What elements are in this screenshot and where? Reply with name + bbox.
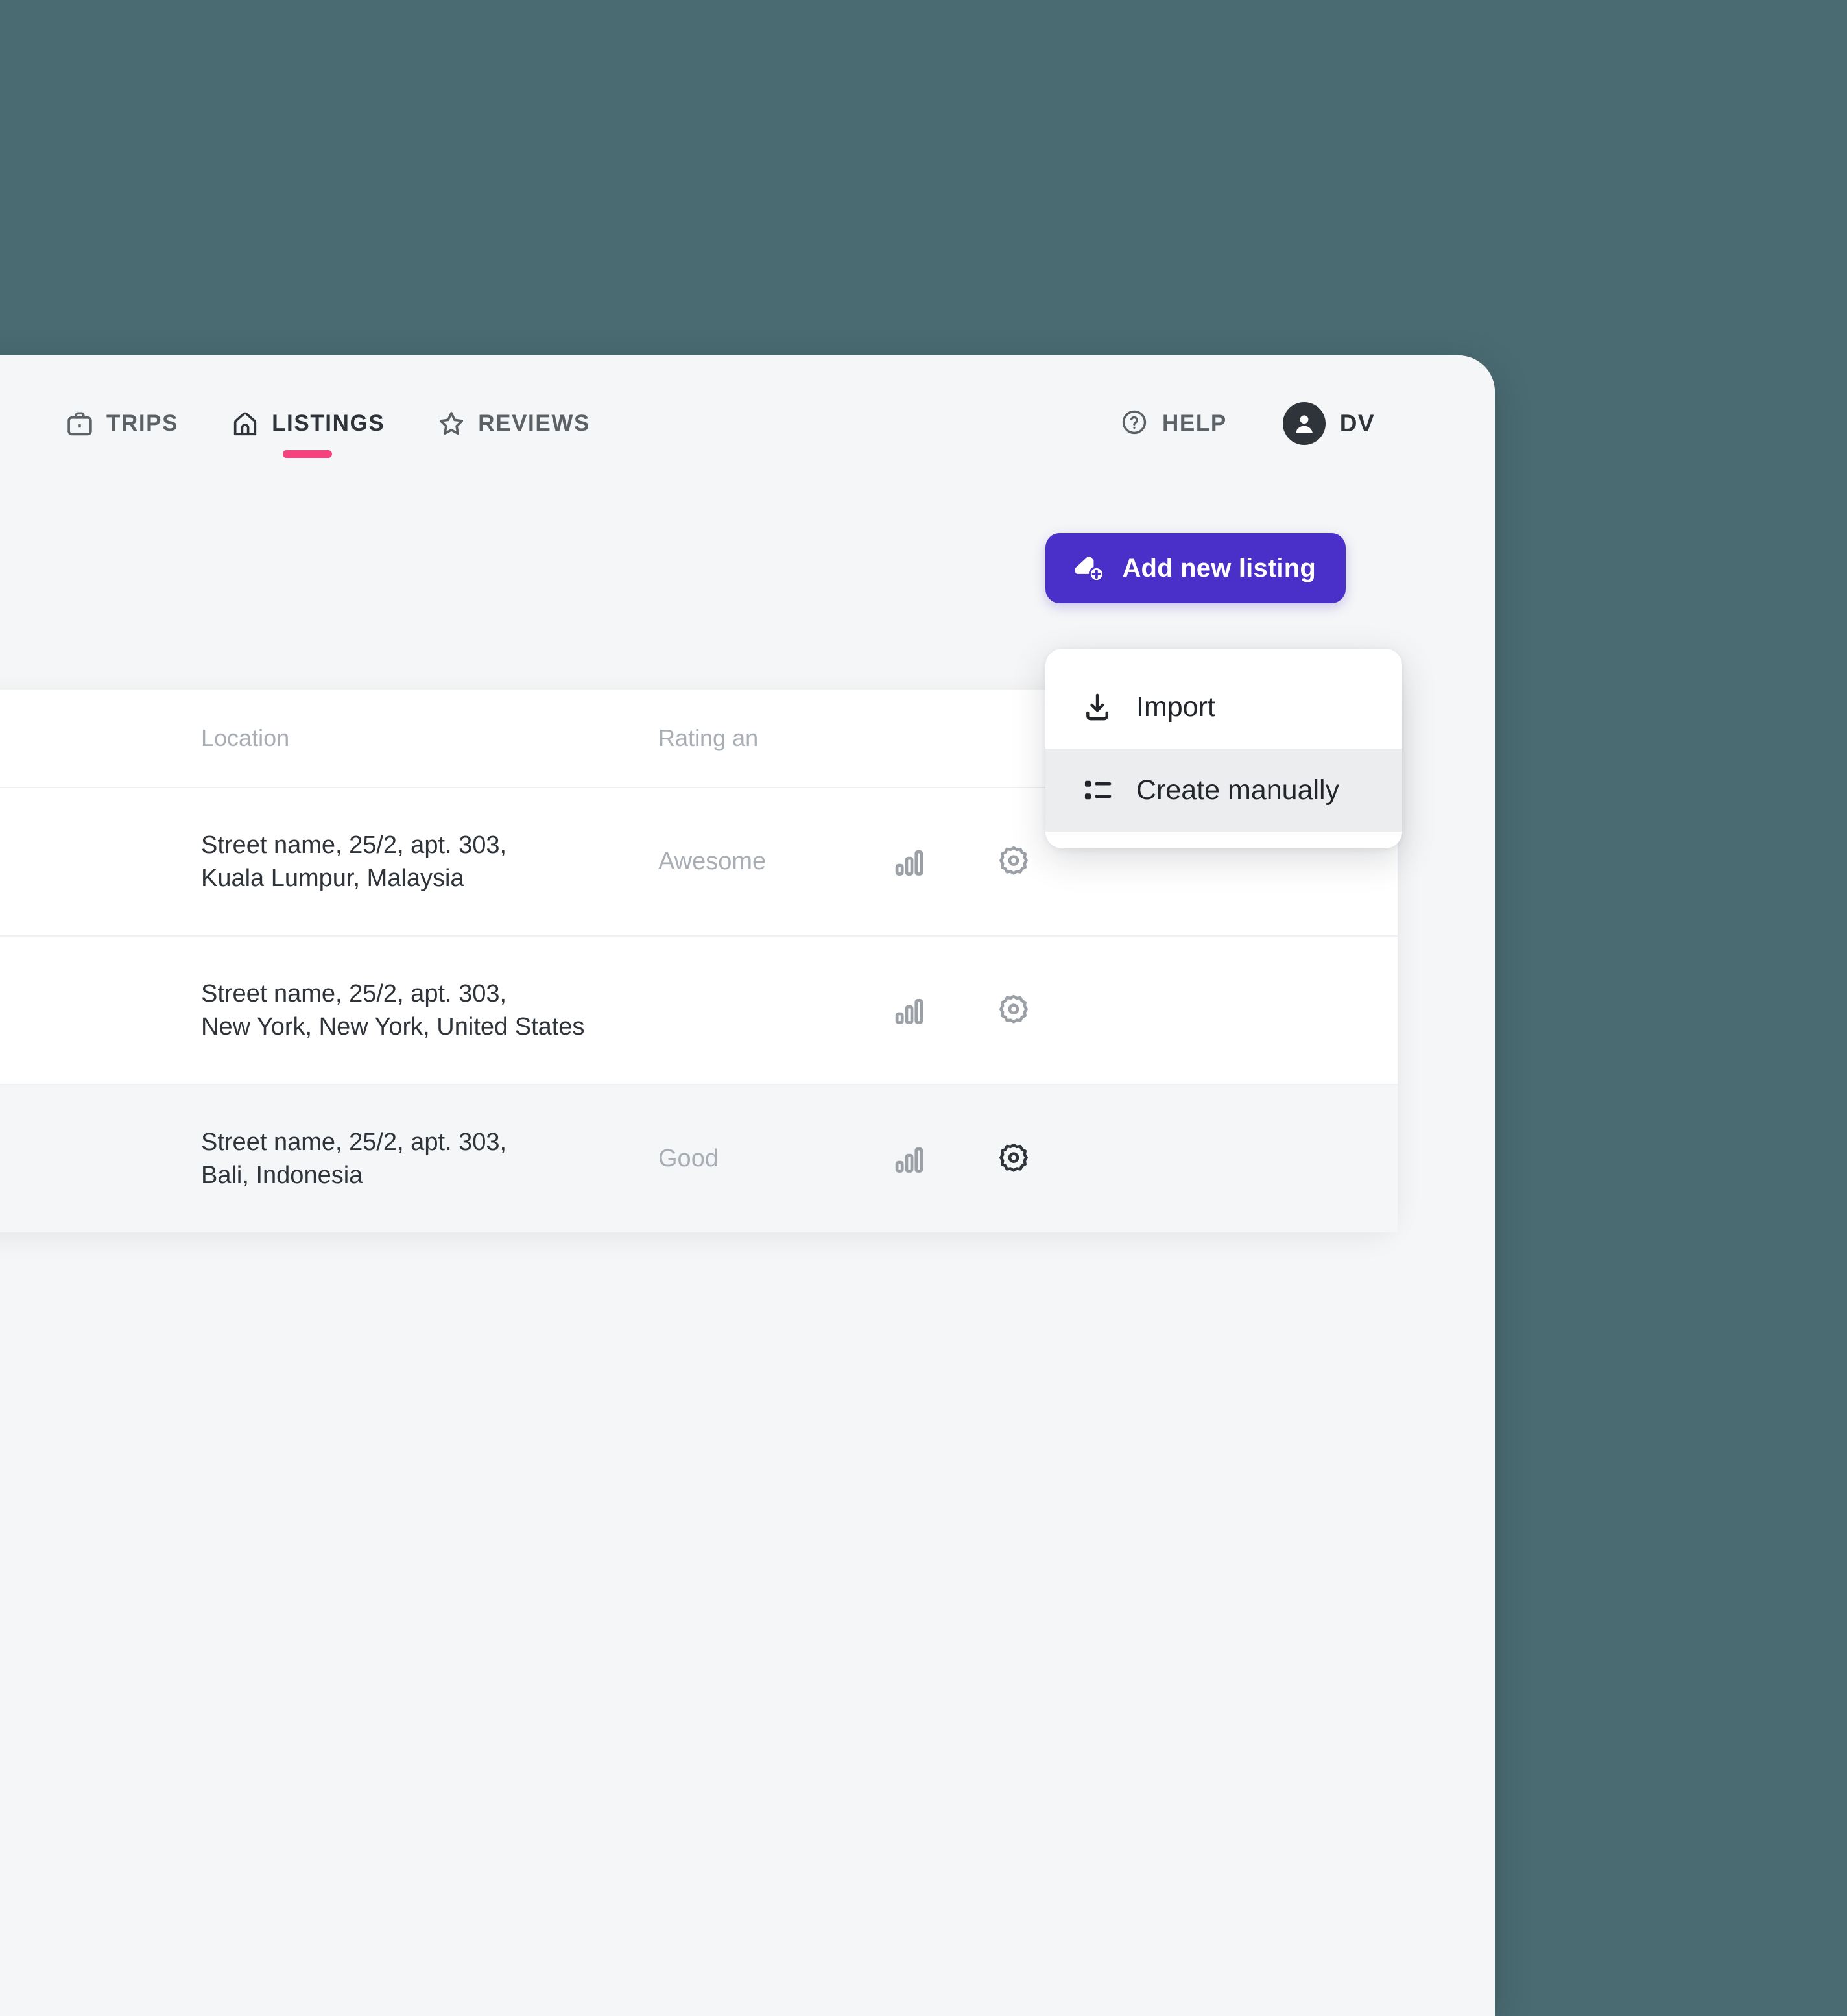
question-circle-icon [1119,407,1149,440]
primary-nav: TRIPS LISTINGS REVIEWS [65,355,642,492]
briefcase-icon [65,409,95,438]
user-menu[interactable]: DV [1282,402,1375,445]
secondary-nav: HELP DV [1119,355,1375,492]
add-new-listing-label: Add new listing [1122,553,1316,582]
house-plus-icon [1070,549,1106,588]
nav-item-listings-label: LISTINGS [272,411,385,436]
active-tab-underline [283,450,333,458]
row-location-cell: Street name, 25/2, apt. 303, Kuala Lumpu… [201,829,658,894]
table-row[interactable]: PUBLISH LISTING Street name, 25/2, apt. … [0,935,1398,1084]
dropdown-item-create-manually[interactable]: Create manually [1045,749,1402,832]
row-location-cell: Street name, 25/2, apt. 303, New York, N… [201,978,658,1043]
gear-icon[interactable] [995,844,1032,880]
table-row[interactable]: 1 BOOKING REQUEST Street name, 25/2, apt… [0,1084,1398,1232]
nav-item-reviews[interactable]: REVIEWS [436,355,590,492]
nav-item-help-label: HELP [1162,411,1227,436]
row-rating-value: Awesome [658,848,767,875]
nav-item-trips-label: TRIPS [106,411,179,436]
download-icon [1080,690,1114,724]
table-header-rating: Rating an [658,725,759,751]
star-icon [436,409,466,438]
user-initials: DV [1339,410,1375,437]
add-listing-dropdown-menu: Import Create manually [1045,649,1402,848]
gear-icon[interactable] [995,992,1032,1029]
add-new-listing-button[interactable]: Add new listing [1045,533,1346,603]
dropdown-item-import[interactable]: Import [1045,666,1402,749]
row-address-line1: Street name, 25/2, apt. 303, [201,979,507,1007]
nav-item-help[interactable]: HELP [1119,407,1227,440]
row-address-line2: Bali, Indonesia [201,1161,363,1189]
bar-chart-icon[interactable] [892,1142,927,1177]
bar-chart-icon[interactable] [892,845,927,880]
row-address-line2: New York, New York, United States [201,1013,585,1040]
row-location-cell: Street name, 25/2, apt. 303, Bali, Indon… [201,1126,658,1192]
table-header-location: Location [201,725,290,751]
house-icon [230,409,260,438]
dropdown-item-create-manually-label: Create manually [1136,774,1340,806]
row-address-line1: Street name, 25/2, apt. 303, [201,1128,507,1156]
row-rating-value: Good [658,1145,719,1172]
avatar [1282,402,1326,445]
row-address-line1: Street name, 25/2, apt. 303, [201,831,507,859]
list-icon [1080,773,1114,807]
row-address-line2: Kuala Lumpur, Malaysia [201,864,464,892]
app-window: TRIPS LISTINGS REVIEWS HELP DV Add new l… [0,355,1495,2016]
nav-item-reviews-label: REVIEWS [478,411,590,436]
bar-chart-icon[interactable] [892,993,927,1028]
gear-icon[interactable] [995,1141,1032,1177]
dropdown-item-import-label: Import [1136,691,1215,723]
nav-item-listings[interactable]: LISTINGS [230,355,385,492]
nav-item-trips[interactable]: TRIPS [65,355,178,492]
top-navigation-bar: TRIPS LISTINGS REVIEWS HELP DV [0,355,1495,492]
